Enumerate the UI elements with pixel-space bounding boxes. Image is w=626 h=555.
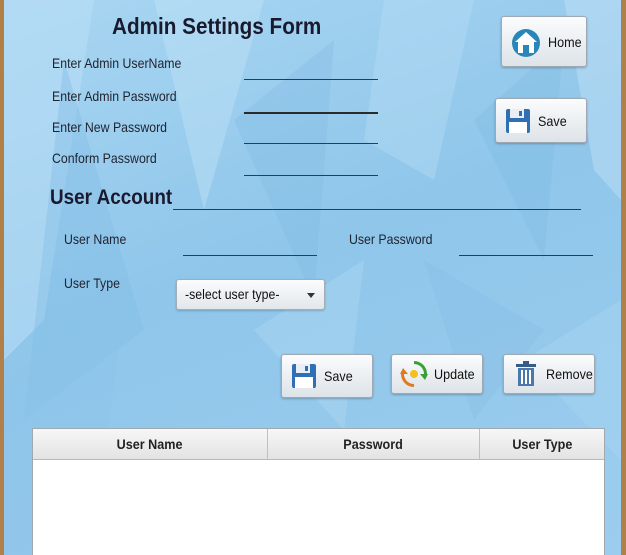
chevron-down-icon bbox=[307, 293, 315, 298]
refresh-icon bbox=[400, 361, 428, 387]
remove-button[interactable]: Remove bbox=[503, 354, 595, 394]
user-type-select[interactable]: -select user type- bbox=[176, 279, 325, 310]
table-body[interactable] bbox=[33, 460, 604, 555]
trash-icon bbox=[516, 361, 536, 386]
user-type-selected: -select user type- bbox=[185, 286, 280, 302]
window-frame: Admin Settings Form Enter Admin UserName… bbox=[0, 0, 626, 555]
admin-password-field[interactable] bbox=[244, 94, 378, 114]
new-password-field[interactable] bbox=[244, 125, 378, 144]
home-icon bbox=[512, 28, 540, 57]
admin-username-label: Enter Admin UserName bbox=[52, 55, 182, 71]
section-divider bbox=[173, 209, 581, 210]
remove-button-label: Remove bbox=[546, 366, 593, 382]
user-password-label: User Password bbox=[349, 231, 433, 247]
admin-settings-panel: Admin Settings Form Enter Admin UserName… bbox=[4, 0, 621, 555]
admin-save-button-label: Save bbox=[538, 112, 567, 129]
user-type-label: User Type bbox=[64, 275, 120, 291]
home-button[interactable]: Home bbox=[501, 16, 587, 67]
column-header-password[interactable]: Password bbox=[268, 429, 480, 459]
new-password-label: Enter New Password bbox=[52, 119, 168, 135]
column-header-user-type[interactable]: User Type bbox=[480, 429, 604, 459]
floppy-disk-icon bbox=[506, 108, 530, 133]
user-name-label: User Name bbox=[64, 231, 127, 247]
admin-save-button[interactable]: Save bbox=[495, 98, 587, 143]
update-button-label: Update bbox=[434, 366, 475, 382]
admin-username-field[interactable] bbox=[244, 61, 378, 80]
home-button-label: Home bbox=[548, 33, 582, 50]
update-button[interactable]: Update bbox=[391, 354, 483, 394]
admin-password-label: Enter Admin Password bbox=[52, 88, 177, 104]
user-name-field[interactable] bbox=[183, 237, 317, 256]
confirm-password-field[interactable] bbox=[244, 157, 378, 176]
admin-form-title: Admin Settings Form bbox=[112, 13, 322, 39]
confirm-password-label: Conform Password bbox=[52, 150, 157, 166]
user-save-button-label: Save bbox=[324, 368, 353, 384]
table-header: User Name Password User Type bbox=[33, 429, 604, 460]
users-table[interactable]: User Name Password User Type bbox=[32, 428, 605, 555]
user-password-field[interactable] bbox=[459, 237, 593, 256]
floppy-disk-icon bbox=[292, 364, 316, 388]
column-header-user-name[interactable]: User Name bbox=[33, 429, 268, 459]
user-account-title: User Account bbox=[50, 186, 173, 209]
user-save-button[interactable]: Save bbox=[281, 354, 373, 398]
